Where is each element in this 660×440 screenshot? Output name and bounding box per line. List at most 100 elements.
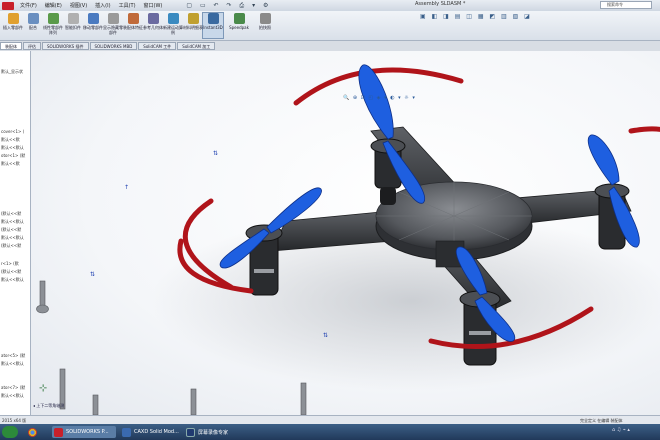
taskbar-caxd[interactable]: CAXD Solid Mod... — [120, 426, 180, 438]
drone-model-3d[interactable]: ⇅ ↑ ⇅ ⇅ ⇅ ⊹ — [31, 51, 660, 415]
ribbon-button-label: 装配体特征 — [123, 25, 143, 30]
tree-node[interactable]: 默认_显示状 — [1, 69, 23, 75]
ribbon-button-label: 智能扣件 — [65, 25, 81, 30]
taskbar-recorder[interactable]: 屏幕录像专家 — [184, 426, 240, 438]
speedpak-icon — [233, 13, 245, 24]
linear-pattern-icon — [47, 13, 59, 24]
system-tray[interactable]: ⌂ ♫ ⌁ ▴ — [612, 427, 656, 437]
ribbon-button-linear-pattern[interactable]: 线性零部件阵列 — [42, 13, 64, 35]
search-input[interactable]: 搜索命令 — [600, 1, 652, 9]
feature-manager-tree: 默认_显示状 cover<1> (默认<<默 默认<<默认 otor<1> (默 默认<… — [0, 51, 31, 415]
solidworks-window: 文件(F) 编辑(E) 视图(V) 插入(I) 工具(T) 窗口(W) ▢ ▭ … — [0, 0, 660, 440]
ribbon-button-show-hidden[interactable]: 显示隐藏零部件 — [102, 13, 124, 35]
menu-window[interactable]: 窗口(W) — [140, 2, 167, 9]
menu-view[interactable]: 视图(V) — [66, 2, 91, 9]
menu-edit[interactable]: 编辑(E) — [41, 2, 66, 9]
tab-addins[interactable]: SOLIDWORKS 插件 — [42, 42, 89, 50]
triad-icon: ⊹ — [39, 383, 47, 394]
right-toolbar-icons[interactable]: ▣ ◧ ◨ ▤ ◫ ▦ ◩ ▥ ▧ ◪ — [420, 13, 532, 20]
ribbon-button-snapshot[interactable]: 拍快照 — [254, 13, 276, 30]
tree-node[interactable]: otor<1> (默 — [1, 153, 25, 159]
ribbon-button-label: 线性零部件阵列 — [43, 25, 63, 35]
tree-node[interactable]: ator<7> (默 — [1, 385, 25, 391]
menu-file[interactable]: 文件(F) — [16, 2, 41, 9]
tree-node[interactable]: 默认<<默 — [1, 137, 20, 143]
screen-recorder-icon — [186, 427, 195, 437]
show-hidden-icon — [107, 13, 119, 24]
tree-node[interactable]: 默认<<默认 — [1, 361, 24, 367]
tree-node[interactable]: ator<5> (默 — [1, 353, 25, 359]
ribbon-button-insert-component[interactable]: 插入零部件 — [2, 13, 24, 30]
tab-solidcam-machining[interactable]: SolidCAM 加工 — [177, 42, 216, 50]
ribbon-button-smart-fasteners[interactable]: 智能扣件 — [62, 13, 84, 30]
motion-study-icon — [167, 13, 179, 24]
chrome-icon — [28, 427, 37, 437]
ribbon-button-assembly-features[interactable]: 装配体特征 — [122, 13, 144, 30]
snapshot-icon — [259, 13, 271, 24]
ribbon-button-label: 拍快照 — [259, 25, 271, 30]
graphics-area[interactable]: ⇅ ↑ ⇅ ⇅ ⇅ ⊹ — [31, 51, 660, 415]
svg-text:⇅: ⇅ — [90, 271, 95, 278]
solidworks-logo-icon — [2, 1, 14, 10]
tab-solidcam-part[interactable]: SolidCAM 工件 — [138, 42, 177, 50]
menu-insert[interactable]: 插入(I) — [91, 2, 114, 9]
tree-node[interactable]: 默认<<默认 — [1, 219, 24, 225]
ribbon-button-label: 配合 — [29, 25, 37, 30]
ribbon-button-motion-study[interactable]: 新建运动算例 — [162, 13, 184, 35]
reference-geometry-icon — [147, 13, 159, 24]
ribbon-button-label: 材料明细表 — [183, 25, 203, 30]
move-component-icon — [87, 13, 99, 24]
document-title: Assembly SLDASM * — [415, 1, 466, 7]
tree-node[interactable]: 默认<<默认 — [1, 277, 24, 283]
command-manager-ribbon: 插入零部件 配合 线性零部件阵列 智能扣件 移动零部件 显示隐藏零部件 装配体特征 参考几何体… — [0, 11, 660, 41]
ribbon-button-label: 移动零部件 — [83, 25, 103, 30]
ribbon-button-label: 显示隐藏零部件 — [103, 25, 123, 35]
taskbar-label-recorder: 屏幕录像专家 — [198, 429, 229, 436]
assembly-features-icon — [127, 13, 139, 24]
svg-text:⇅: ⇅ — [213, 150, 218, 157]
taskbar-chrome[interactable] — [26, 426, 46, 438]
menu-bar: 文件(F) 编辑(E) 视图(V) 插入(I) 工具(T) 窗口(W) ▢ ▭ … — [0, 0, 660, 11]
solidworks-icon — [54, 427, 63, 437]
command-tabs: 装配体 评估 SOLIDWORKS 插件 SOLIDWORKS MBD Soli… — [0, 42, 260, 50]
view-orientation-label: ◂ 上下二等角轴测 — [33, 403, 65, 408]
ribbon-button-reference-geometry[interactable]: 参考几何体 — [142, 13, 164, 30]
insert-component-icon — [7, 13, 19, 24]
tree-node[interactable]: (默认<<默 — [1, 243, 21, 249]
menu-tools[interactable]: 工具(T) — [115, 2, 140, 9]
taskbar-solidworks[interactable]: SOLIDWORKS P... — [52, 426, 116, 438]
instant3d-icon — [207, 13, 219, 24]
ribbon-button-mate[interactable]: 配合 — [22, 13, 44, 30]
tab-assembly[interactable]: 装配体 — [0, 42, 22, 50]
tab-evaluate[interactable]: 评估 — [23, 42, 41, 50]
quick-access-toolbar[interactable]: ▢ ▭ ↶ ↷ ⎙ ▾ ⚙ — [186, 2, 271, 10]
ribbon-button-label: 参考几何体 — [143, 25, 163, 30]
smart-fasteners-icon — [67, 13, 79, 24]
svg-text:⇅: ⇅ — [323, 332, 328, 339]
taskbar-label-caxd: CAXD Solid Mod... — [134, 429, 179, 435]
caxd-icon — [122, 427, 131, 437]
tree-node[interactable]: (默认<<默 — [1, 211, 21, 217]
heads-up-view-toolbar[interactable]: 🔍 ⊕ ⊡ ◰ ◈ ▾ ◐ ▾ ☼ ▾ — [343, 95, 416, 101]
windows-taskbar: SOLIDWORKS P... CAXD Solid Mod... 屏幕录像专家… — [0, 424, 660, 440]
ribbon-button-label: Instant3D — [203, 25, 223, 30]
start-button[interactable] — [2, 426, 18, 438]
status-bar: 2015 x64 版 完全定义 在编辑 装配体 — [0, 415, 660, 424]
ribbon-button-label: 新建运动算例 — [163, 25, 183, 35]
tree-node[interactable]: 默认<<默认 — [1, 145, 24, 151]
ribbon-button-speedpak[interactable]: Speedpak — [228, 13, 250, 30]
tree-node[interactable]: 默认<<默认 — [1, 393, 24, 399]
tree-node[interactable]: r<1> (默 — [1, 261, 19, 267]
taskbar-label-solidworks: SOLIDWORKS P... — [66, 429, 109, 435]
tree-node[interactable]: (默认<<默 — [1, 269, 21, 275]
svg-text:↑: ↑ — [124, 184, 129, 191]
tree-node[interactable]: 默认<<默认 — [1, 235, 24, 241]
tree-node[interactable]: (默认<<默 — [1, 227, 21, 233]
ribbon-button-bom[interactable]: 材料明细表 — [182, 13, 204, 30]
tree-node[interactable]: 默认<<默 — [1, 161, 20, 167]
tab-mbd[interactable]: SOLIDWORKS MBD — [89, 42, 138, 50]
ribbon-button-instant3d[interactable]: Instant3D — [202, 13, 224, 30]
ribbon-button-move-component[interactable]: 移动零部件 — [82, 13, 104, 30]
bom-icon — [187, 13, 199, 24]
tree-node[interactable]: cover<1> ( — [1, 129, 24, 134]
